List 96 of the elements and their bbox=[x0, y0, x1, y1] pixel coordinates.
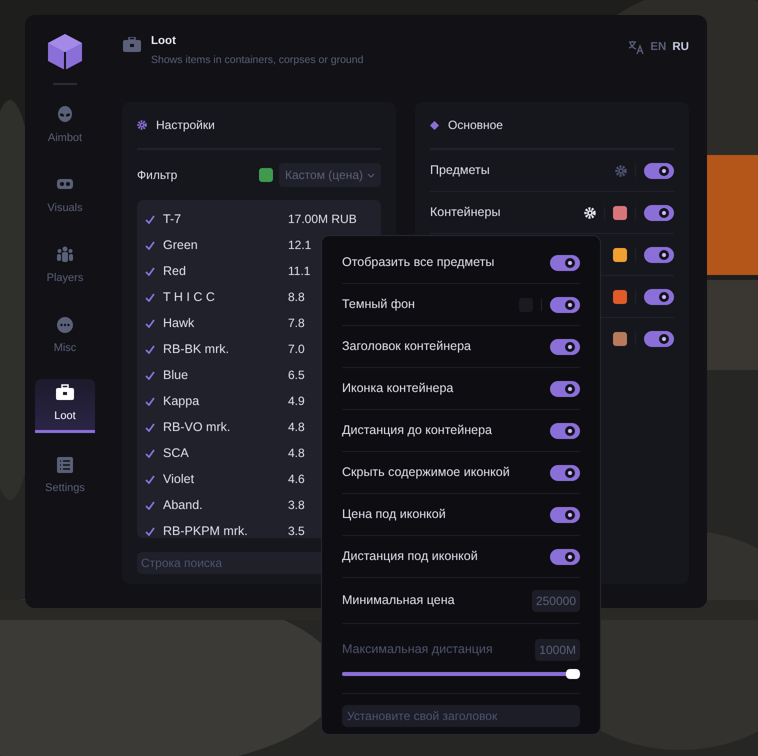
item-price: 11.1 bbox=[288, 263, 310, 280]
item-price: 7.0 bbox=[288, 341, 305, 358]
sidebar-item[interactable]: Loot bbox=[35, 379, 95, 433]
chevron-down-icon bbox=[367, 172, 375, 178]
filter-label: Фильтр bbox=[137, 167, 178, 184]
item-price: 4.8 bbox=[288, 445, 305, 462]
color-swatch[interactable] bbox=[613, 206, 627, 220]
item-price: 3.5 bbox=[288, 523, 305, 538]
toggle-switch[interactable] bbox=[550, 422, 580, 438]
sidebar-item[interactable]: Visuals bbox=[35, 169, 95, 223]
panel-title: Настройки bbox=[156, 117, 215, 134]
language-option[interactable]: RU bbox=[672, 39, 689, 56]
item-price: 17.00M RUB bbox=[288, 211, 357, 228]
check-icon[interactable] bbox=[145, 292, 155, 302]
item-name: Green bbox=[163, 236, 199, 254]
panel-title: Основное bbox=[448, 117, 503, 134]
toggle-switch[interactable] bbox=[550, 506, 580, 522]
sidebar-item[interactable]: Misc bbox=[35, 309, 95, 363]
item-name: SCA bbox=[163, 444, 190, 462]
title-field[interactable]: Установите свой заголовок bbox=[342, 705, 580, 727]
toolbox-icon bbox=[123, 37, 141, 52]
logo-icon bbox=[47, 33, 83, 71]
item-price: 3.8 bbox=[288, 497, 305, 514]
check-icon[interactable] bbox=[145, 266, 155, 276]
page-title: Loot bbox=[151, 34, 177, 49]
item-price: 7.8 bbox=[288, 315, 305, 332]
item-name: Kappa bbox=[163, 392, 200, 410]
toggle-switch[interactable] bbox=[644, 288, 674, 304]
sidebar-item[interactable]: Players bbox=[35, 239, 95, 293]
item-name: T H I C C bbox=[163, 288, 216, 306]
item-name: Red bbox=[163, 262, 187, 280]
toggle-switch[interactable] bbox=[550, 380, 580, 396]
item-name: RB-VO mrk. bbox=[163, 418, 232, 436]
color-swatch[interactable] bbox=[613, 290, 627, 304]
toggle-switch[interactable] bbox=[644, 246, 674, 262]
more-icon bbox=[56, 316, 74, 334]
toggle-switch[interactable] bbox=[550, 548, 580, 564]
setting-label: Минимальная цена bbox=[342, 592, 456, 610]
check-icon[interactable] bbox=[145, 500, 155, 510]
number-field[interactable]: 250000 bbox=[532, 590, 580, 612]
toggle-switch[interactable] bbox=[550, 338, 580, 354]
list-icon bbox=[56, 456, 74, 474]
setting-label: Темный фон bbox=[342, 296, 416, 314]
sidebar-item[interactable]: Aimbot bbox=[35, 99, 95, 153]
setting-label: Дистанция до контейнера bbox=[342, 422, 493, 440]
filter-color-swatch[interactable] bbox=[259, 168, 273, 182]
color-swatch[interactable] bbox=[613, 248, 627, 262]
setting-label: Скрыть содержимое иконкой bbox=[342, 464, 511, 482]
toggle-switch[interactable] bbox=[550, 464, 580, 480]
slider[interactable] bbox=[342, 668, 580, 678]
setting-label: Предметы bbox=[430, 162, 491, 180]
item-name: RB-PKPM mrk. bbox=[163, 522, 249, 538]
item-price: 4.8 bbox=[288, 419, 305, 436]
toggle-switch[interactable] bbox=[550, 296, 580, 312]
setting-label: Максимальная дистанция bbox=[342, 641, 494, 658]
check-icon[interactable] bbox=[145, 422, 155, 432]
toggle-switch[interactable] bbox=[644, 204, 674, 220]
item-name: Violet bbox=[163, 470, 196, 488]
setting-label: Заголовок контейнера bbox=[342, 338, 472, 356]
item-name: Blue bbox=[163, 366, 190, 384]
check-icon[interactable] bbox=[145, 240, 155, 250]
check-icon[interactable] bbox=[145, 526, 155, 536]
item-price: 4.6 bbox=[288, 471, 305, 488]
translate-icon[interactable] bbox=[628, 40, 644, 56]
check-icon[interactable] bbox=[145, 344, 155, 354]
check-icon[interactable] bbox=[145, 214, 155, 224]
setting-label: Контейнеры bbox=[430, 204, 502, 222]
toggle-switch[interactable] bbox=[644, 162, 674, 178]
color-swatch[interactable] bbox=[613, 332, 627, 346]
item-price: 8.8 bbox=[288, 289, 305, 306]
setting-label: Отобразить все предметы bbox=[342, 254, 496, 272]
check-icon[interactable] bbox=[145, 318, 155, 328]
check-icon[interactable] bbox=[145, 396, 155, 406]
page-subtitle: Shows items in containers, corpses or ground bbox=[151, 53, 364, 68]
item-price: 4.9 bbox=[288, 393, 305, 410]
alien-icon bbox=[56, 106, 74, 124]
setting-label: Иконка контейнера bbox=[342, 380, 454, 398]
filter-select[interactable]: Кастом (цена) bbox=[279, 163, 381, 187]
item-name: T-7 bbox=[163, 210, 182, 228]
gear-icon bbox=[137, 120, 147, 130]
toggle-switch[interactable] bbox=[550, 254, 580, 270]
check-icon[interactable] bbox=[145, 370, 155, 380]
language-option[interactable]: EN bbox=[650, 39, 666, 56]
item-name: Aband. bbox=[163, 496, 204, 514]
item-price: 6.5 bbox=[288, 367, 305, 384]
item-name: Hawk bbox=[163, 314, 196, 332]
people-icon bbox=[56, 246, 74, 264]
item-price: 12.1 bbox=[288, 237, 312, 254]
check-icon[interactable] bbox=[145, 474, 155, 484]
check-icon[interactable] bbox=[145, 448, 155, 458]
toolbox-icon bbox=[56, 384, 74, 402]
diamond-icon bbox=[430, 120, 439, 130]
setting-label: Цена под иконкой bbox=[342, 506, 447, 524]
sidebar-item[interactable]: Settings bbox=[35, 449, 95, 503]
item-name: RB-BK mrk. bbox=[163, 340, 230, 358]
toggle-switch[interactable] bbox=[644, 331, 674, 347]
